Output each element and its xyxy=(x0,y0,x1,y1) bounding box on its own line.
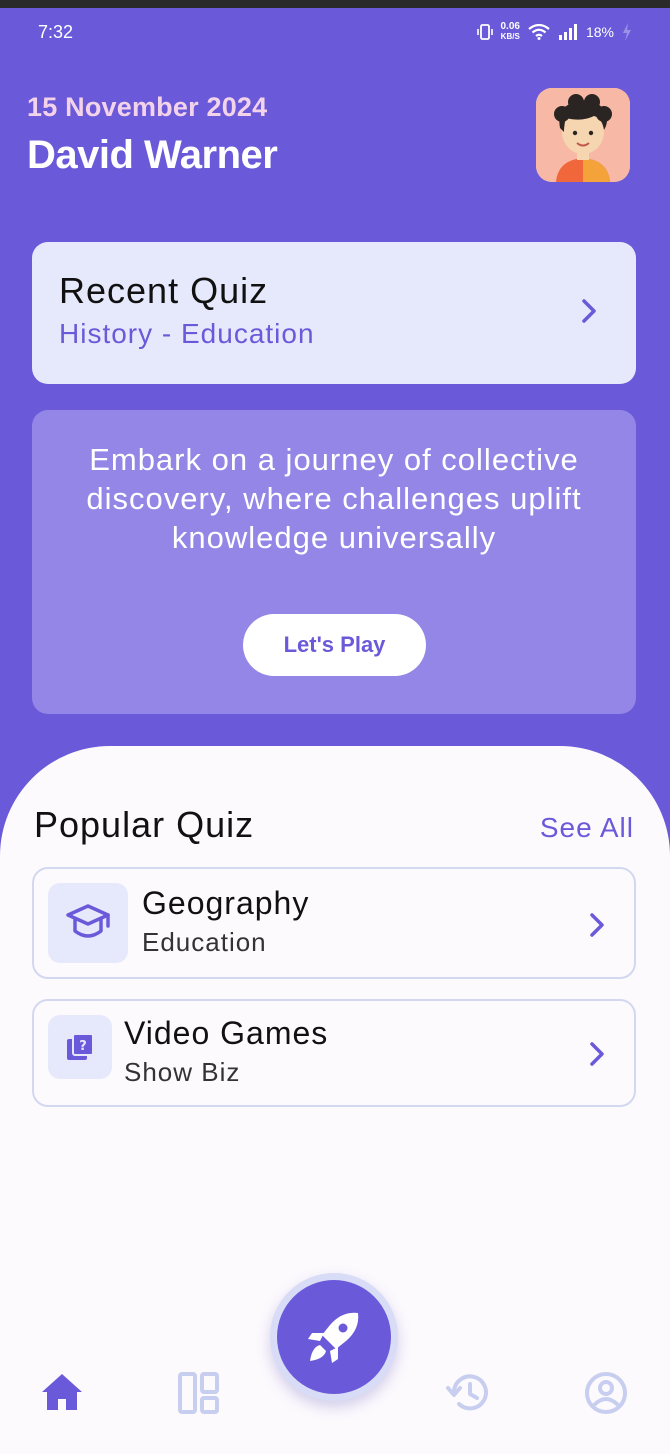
status-time: 7:32 xyxy=(38,22,74,42)
svg-text:?: ? xyxy=(79,1039,87,1054)
avatar-illustration xyxy=(536,88,630,182)
quiz-card-video-games[interactable]: ? Video Games Show Biz xyxy=(32,999,636,1107)
wifi-icon xyxy=(528,24,550,40)
signal-icon xyxy=(558,24,577,40)
lets-play-button[interactable]: Let's Play xyxy=(243,614,426,676)
charging-icon xyxy=(623,23,631,41)
network-speed: 0.06 KB/S xyxy=(501,22,520,42)
quiz-category: Education xyxy=(142,927,267,957)
network-speed-value: 0.06 xyxy=(500,21,520,32)
graduation-cap-icon xyxy=(66,904,110,938)
start-quiz-button[interactable] xyxy=(270,1273,398,1401)
quiz-category: Show Biz xyxy=(124,1057,241,1087)
popular-quiz-title: Popular Quiz xyxy=(34,804,255,845)
chevron-right-icon xyxy=(590,1042,604,1066)
battery-percent: 18% xyxy=(585,24,614,40)
vibrate-icon xyxy=(476,24,493,40)
promo-card: Embark on a journey of collective discov… xyxy=(32,410,636,714)
dashboard-icon[interactable] xyxy=(176,1370,222,1416)
header-date: 15 November 2024 xyxy=(27,92,268,122)
promo-text: Embark on a journey of collective discov… xyxy=(86,442,582,555)
see-all-link[interactable]: See All xyxy=(540,812,634,844)
quiz-icon-box: ? xyxy=(48,1015,112,1079)
user-name: David Warner xyxy=(27,133,278,177)
top-edge xyxy=(0,0,670,8)
network-speed-unit: KB/S xyxy=(500,32,520,41)
chevron-right-icon xyxy=(590,913,604,937)
quiz-question-icon: ? xyxy=(67,1033,94,1060)
quiz-card-geography[interactable]: Geography Education xyxy=(32,867,636,979)
home-icon[interactable] xyxy=(39,1370,85,1416)
user-avatar[interactable] xyxy=(536,88,630,182)
profile-icon[interactable] xyxy=(583,1370,629,1416)
recent-quiz-card[interactable]: Recent Quiz History - Education xyxy=(32,242,636,384)
recent-quiz-title: Recent Quiz xyxy=(59,270,269,311)
history-icon[interactable] xyxy=(446,1370,492,1416)
chevron-right-icon xyxy=(582,299,596,323)
rocket-icon xyxy=(308,1312,359,1363)
recent-quiz-subtitle: History - Education xyxy=(59,318,315,349)
status-bar: 7:32 0.06 KB/S 18% xyxy=(0,8,670,60)
quiz-icon-box xyxy=(48,883,128,963)
start-quiz-fab xyxy=(277,1280,391,1394)
quiz-name: Geography xyxy=(142,885,310,921)
quiz-name: Video Games xyxy=(124,1015,329,1051)
status-icons: 0.06 KB/S 18% xyxy=(476,22,633,42)
